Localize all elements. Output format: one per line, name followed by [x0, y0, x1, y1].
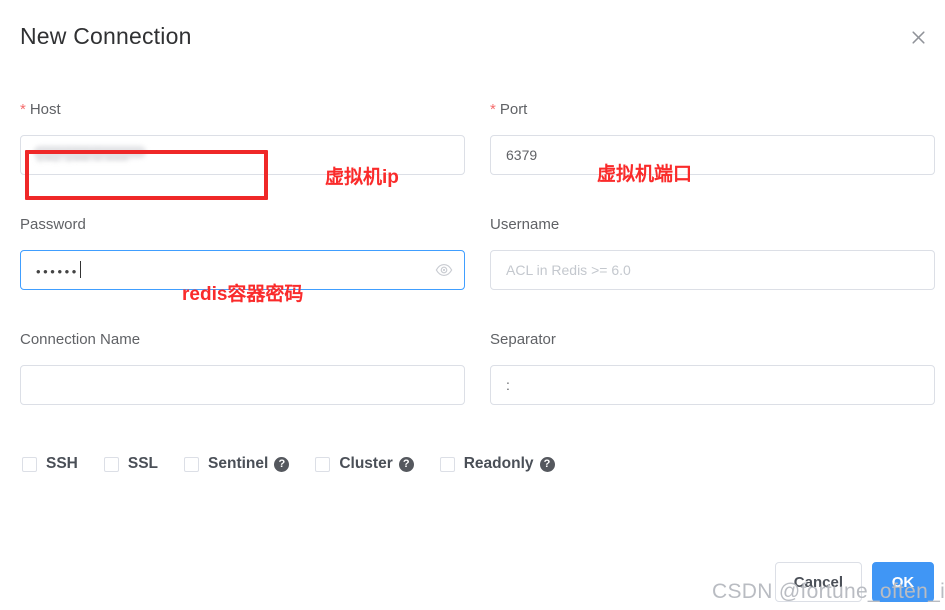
annotation-port: 虚拟机端口	[597, 164, 693, 185]
eye-icon[interactable]	[435, 261, 453, 279]
checkbox-box-icon[interactable]	[22, 456, 37, 472]
host-label-text: Host	[29, 101, 61, 118]
checkbox-label: SSL	[127, 455, 159, 472]
password-label: Password	[20, 216, 86, 233]
required-marker: *	[490, 101, 496, 118]
checkbox-box-icon[interactable]	[439, 456, 455, 472]
checkbox-box-icon[interactable]	[315, 456, 331, 472]
host-label: * Host	[20, 100, 465, 122]
new-connection-dialog: New Connection *Host 192.168.0.xxx	[0, 0, 945, 610]
page-title: New Connection	[20, 23, 192, 49]
separator-input[interactable]: :	[490, 365, 935, 405]
username-placeholder: ACL in Redis >= 6.0	[506, 262, 631, 278]
checkbox-box-icon[interactable]	[184, 456, 200, 472]
close-icon[interactable]	[903, 22, 933, 52]
text-caret	[79, 260, 81, 278]
username-label: Username	[490, 216, 560, 233]
form-row-host-port: *Host 192.168.0.xxx *Port 6379	[0, 100, 945, 215]
checkbox-readonly[interactable]: Readonly ?	[439, 455, 555, 473]
checkbox-label: Readonly	[463, 455, 534, 472]
help-circle-icon[interactable]: ?	[274, 456, 290, 472]
checkbox-ssh[interactable]: SSH	[22, 455, 78, 473]
port-label: * Port	[490, 100, 935, 122]
dialog-footer: Cancel OK	[774, 562, 934, 602]
annotation-host: 虚拟机ip	[325, 167, 399, 188]
host-redaction-overlay	[34, 146, 146, 158]
port-input-value: 6379	[506, 147, 538, 163]
field-username: Username ACL in Redis >= 6.0	[490, 215, 935, 290]
separator-label: Separator	[490, 331, 556, 348]
separator-value: :	[506, 377, 510, 393]
checkbox-box-icon[interactable]	[103, 456, 119, 472]
required-marker: *	[20, 101, 26, 118]
connection-name-input[interactable]	[20, 365, 465, 405]
password-input-value: ••••••	[36, 263, 79, 279]
field-separator: Separator :	[490, 330, 935, 405]
checkbox-label: Cluster	[339, 455, 393, 472]
checkbox-label: Sentinel	[208, 455, 269, 472]
annotation-password: redis容器密码	[182, 284, 304, 305]
checkbox-label: SSH	[46, 455, 78, 472]
help-circle-icon[interactable]: ?	[398, 456, 414, 472]
ok-button[interactable]: OK	[872, 562, 934, 602]
cancel-button[interactable]: Cancel	[774, 562, 862, 602]
connection-name-label: Connection Name	[20, 331, 141, 348]
help-circle-icon[interactable]: ?	[539, 456, 555, 472]
form-row-password-username: Password •••••• Username ACL in Redis >=…	[0, 215, 945, 330]
checkbox-sentinel[interactable]: Sentinel ?	[184, 455, 290, 473]
port-input[interactable]: 6379	[490, 135, 935, 175]
port-label-text: Port	[499, 101, 528, 118]
field-connection-name: Connection Name	[20, 330, 465, 405]
field-port: * Port 6379	[490, 100, 935, 175]
connection-options: SSH SSL Sentinel ? Cluster ? Readonly ?	[22, 455, 581, 473]
connection-form: *Host 192.168.0.xxx *Port 6379	[0, 100, 945, 445]
checkbox-cluster[interactable]: Cluster ?	[315, 455, 414, 473]
checkbox-ssl[interactable]: SSL	[103, 455, 159, 473]
form-row-name-separator: Connection Name Separator :	[0, 330, 945, 445]
username-input[interactable]: ACL in Redis >= 6.0	[490, 250, 935, 290]
